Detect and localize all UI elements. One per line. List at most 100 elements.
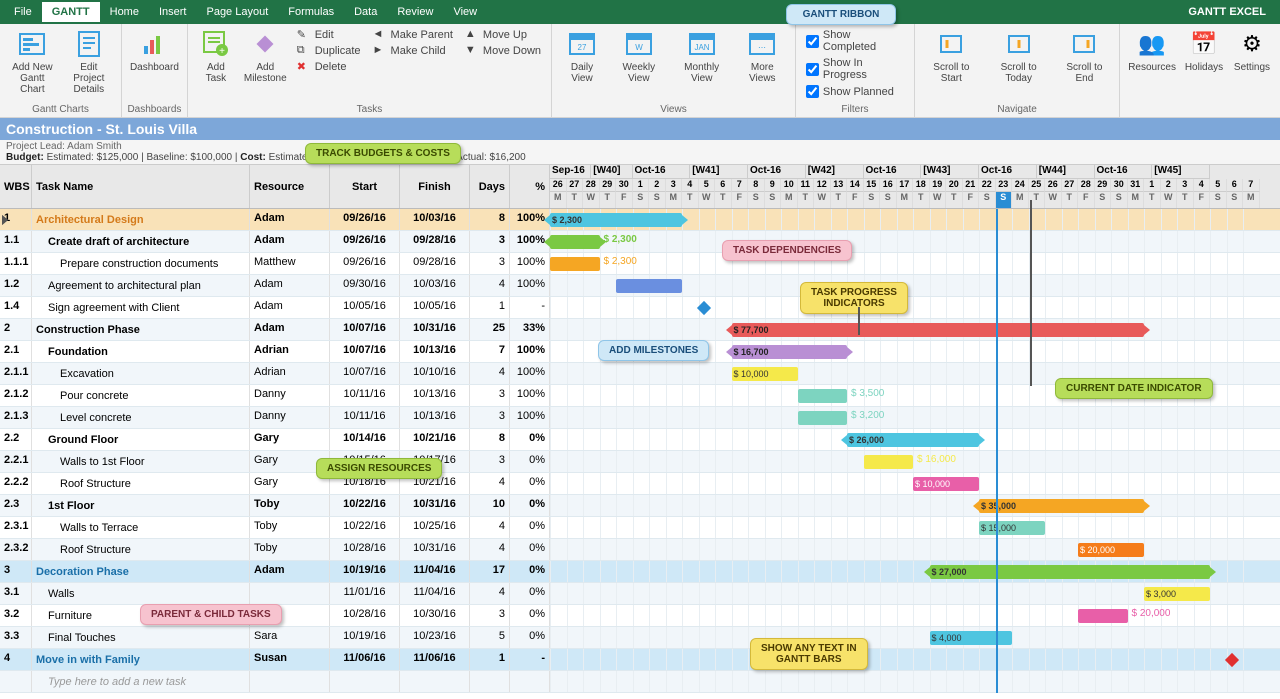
svg-text:⋯: ⋯ bbox=[758, 43, 766, 52]
down-icon: ▼ bbox=[465, 44, 479, 58]
edit-project-details-button[interactable]: Edit ProjectDetails bbox=[61, 26, 117, 97]
delete-task-button[interactable]: ✖Delete bbox=[297, 60, 361, 74]
ribbon-group-tasks: + AddTask AddMilestone ✎Edit ⧉Duplicate … bbox=[188, 24, 552, 117]
scroll-today-button[interactable]: Scroll to Today bbox=[984, 26, 1054, 86]
task-row[interactable]: 3.3Final TouchesSara10/19/1610/23/1650%$… bbox=[0, 627, 1280, 649]
task-row[interactable]: 4Move in with FamilySusan11/06/1611/06/1… bbox=[0, 649, 1280, 671]
gantt-bar[interactable]: $ 2,300 bbox=[550, 213, 682, 227]
calendar-icon: W bbox=[623, 28, 655, 60]
callout-resources: ASSIGN RESOURCES bbox=[316, 458, 442, 479]
menu-item-view[interactable]: View bbox=[443, 2, 487, 22]
gantt-bar[interactable] bbox=[864, 455, 914, 469]
gantt-bar[interactable]: $ 10,000 bbox=[913, 477, 979, 491]
ribbon-group-filters: Show Completed Show In Progress Show Pla… bbox=[796, 24, 915, 117]
milestone-icon bbox=[249, 28, 281, 60]
add-milestone-button[interactable]: AddMilestone bbox=[240, 26, 291, 86]
gantt-bar[interactable]: $ 77,700 bbox=[732, 323, 1145, 337]
settings-button[interactable]: ⚙Settings bbox=[1228, 26, 1276, 75]
header-days[interactable]: Days bbox=[470, 165, 510, 208]
gantt-bar[interactable]: $ 16,700 bbox=[732, 345, 848, 359]
gantt-bar[interactable]: $ 20,000 bbox=[1078, 543, 1144, 557]
gantt-bar[interactable] bbox=[550, 235, 600, 249]
task-row[interactable]: 3Decoration PhaseAdam10/19/1611/04/16170… bbox=[0, 561, 1280, 583]
holidays-icon: 📅 bbox=[1188, 28, 1220, 60]
resources-button[interactable]: 👥Resources bbox=[1124, 26, 1180, 75]
header-resource[interactable]: Resource bbox=[250, 165, 330, 208]
menu-item-review[interactable]: Review bbox=[387, 2, 443, 22]
gantt-bar[interactable]: $ 15,000 bbox=[979, 521, 1045, 535]
gantt-bar[interactable] bbox=[616, 279, 682, 293]
gantt-bar[interactable]: $ 35,000 bbox=[979, 499, 1144, 513]
menu-item-formulas[interactable]: Formulas bbox=[278, 2, 344, 22]
task-row[interactable]: 2.3.2Roof StructureToby10/28/1610/31/164… bbox=[0, 539, 1280, 561]
menu-item-data[interactable]: Data bbox=[344, 2, 387, 22]
gantt-bar[interactable]: $ 27,000 bbox=[930, 565, 1211, 579]
task-row[interactable]: 1.2Agreement to architectural planAdam09… bbox=[0, 275, 1280, 297]
column-headers: WBS Task Name Resource Start Finish Days… bbox=[0, 165, 1280, 209]
scroll-start-button[interactable]: Scroll to Start bbox=[919, 26, 984, 86]
header-finish[interactable]: Finish bbox=[400, 165, 470, 208]
gantt-bar[interactable] bbox=[798, 411, 848, 425]
move-down-button[interactable]: ▼Move Down bbox=[465, 44, 541, 58]
ribbon-group-navigate: Scroll to StartScroll to TodayScroll to … bbox=[915, 24, 1120, 117]
task-row[interactable]: 2.2.2Roof StructureGary10/18/1610/21/164… bbox=[0, 473, 1280, 495]
task-row[interactable]: 1Architectural DesignAdam09/26/1610/03/1… bbox=[0, 209, 1280, 231]
task-row[interactable]: 2.1.3Level concreteDanny10/11/1610/13/16… bbox=[0, 407, 1280, 429]
view-button-1[interactable]: WWeekly View bbox=[608, 26, 670, 86]
svg-text:27: 27 bbox=[578, 43, 587, 52]
gantt-bar[interactable]: $ 10,000 bbox=[732, 367, 798, 381]
task-row[interactable]: 2.2Ground FloorGary10/14/1610/21/1680%$ … bbox=[0, 429, 1280, 451]
chart-icon bbox=[16, 28, 48, 60]
task-row[interactable]: 1.1.1Prepare construction documentsMatth… bbox=[0, 253, 1280, 275]
svg-text:+: + bbox=[219, 46, 225, 57]
view-button-0[interactable]: 27Daily View bbox=[556, 26, 608, 86]
menu-item-home[interactable]: Home bbox=[100, 2, 149, 22]
scroll-end-button[interactable]: Scroll to End bbox=[1054, 26, 1116, 86]
header-pct[interactable]: % bbox=[510, 165, 550, 208]
menu-item-insert[interactable]: Insert bbox=[149, 2, 197, 22]
make-child-button[interactable]: ►Make Child bbox=[373, 44, 453, 58]
menu-bar: FileGANTTHomeInsertPage LayoutFormulasDa… bbox=[0, 0, 1280, 24]
make-parent-button[interactable]: ◄Make Parent bbox=[373, 28, 453, 42]
view-button-3[interactable]: ⋯More Views bbox=[734, 26, 791, 86]
today-line bbox=[996, 209, 998, 693]
dashboard-button[interactable]: Dashboard bbox=[126, 26, 183, 75]
task-row[interactable]: 3.1Walls11/01/1611/04/1640%$ 3,000 bbox=[0, 583, 1280, 605]
gantt-bar[interactable]: $ 26,000 bbox=[847, 433, 979, 447]
task-row[interactable]: 2.3.1Walls to TerraceToby10/22/1610/25/1… bbox=[0, 517, 1280, 539]
task-row[interactable]: Type here to add a new task bbox=[0, 671, 1280, 693]
gantt-bar[interactable] bbox=[798, 389, 848, 403]
menu-item-page-layout[interactable]: Page Layout bbox=[196, 2, 278, 22]
brand-label: GANTT EXCEL bbox=[1188, 6, 1266, 18]
task-row[interactable]: 1.4Sign agreement with ClientAdam10/05/1… bbox=[0, 297, 1280, 319]
filter-show-in-progress[interactable]: Show In Progress bbox=[806, 56, 904, 82]
parent-icon: ◄ bbox=[373, 28, 387, 42]
view-button-2[interactable]: JANMonthly View bbox=[670, 26, 734, 86]
edit-task-button[interactable]: ✎Edit bbox=[297, 28, 361, 42]
gantt-bar[interactable] bbox=[550, 257, 600, 271]
timeline-header: Sep-16[W40]Oct-16[W41]Oct-16[W42]Oct-16[… bbox=[550, 165, 1280, 208]
gantt-bar[interactable]: $ 4,000 bbox=[930, 631, 1013, 645]
header-wbs[interactable]: WBS bbox=[0, 165, 32, 208]
ribbon-group-settings: 👥Resources📅Holidays⚙Settings bbox=[1120, 24, 1280, 117]
task-row[interactable]: 2.2.1Walls to 1st FloorGary10/15/1610/17… bbox=[0, 451, 1280, 473]
holidays-button[interactable]: 📅Holidays bbox=[1180, 26, 1228, 75]
scroll-icon bbox=[1003, 28, 1035, 60]
move-up-button[interactable]: ▲Move Up bbox=[465, 28, 541, 42]
task-row[interactable]: 2Construction PhaseAdam10/07/1610/31/162… bbox=[0, 319, 1280, 341]
add-gantt-chart-button[interactable]: Add NewGantt Chart bbox=[4, 26, 61, 97]
filter-show-completed[interactable]: Show Completed bbox=[806, 28, 904, 54]
gantt-bar[interactable] bbox=[1078, 609, 1128, 623]
header-start[interactable]: Start bbox=[330, 165, 400, 208]
project-budget-bar: Project Lead: Adam Smith Budget: Estimat… bbox=[0, 140, 1280, 165]
task-row[interactable]: 1.1Create draft of architectureAdam09/26… bbox=[0, 231, 1280, 253]
filter-show-planned[interactable]: Show Planned bbox=[806, 84, 904, 99]
gantt-bar[interactable]: $ 3,000 bbox=[1144, 587, 1210, 601]
task-row[interactable]: 2.31st FloorToby10/22/1610/31/16100%$ 35… bbox=[0, 495, 1280, 517]
pencil-icon: ✎ bbox=[297, 28, 311, 42]
add-task-button[interactable]: + AddTask bbox=[192, 26, 240, 86]
menu-item-file[interactable]: File bbox=[4, 2, 42, 22]
menu-item-gantt[interactable]: GANTT bbox=[42, 2, 100, 22]
header-task[interactable]: Task Name bbox=[32, 165, 250, 208]
duplicate-task-button[interactable]: ⧉Duplicate bbox=[297, 44, 361, 58]
